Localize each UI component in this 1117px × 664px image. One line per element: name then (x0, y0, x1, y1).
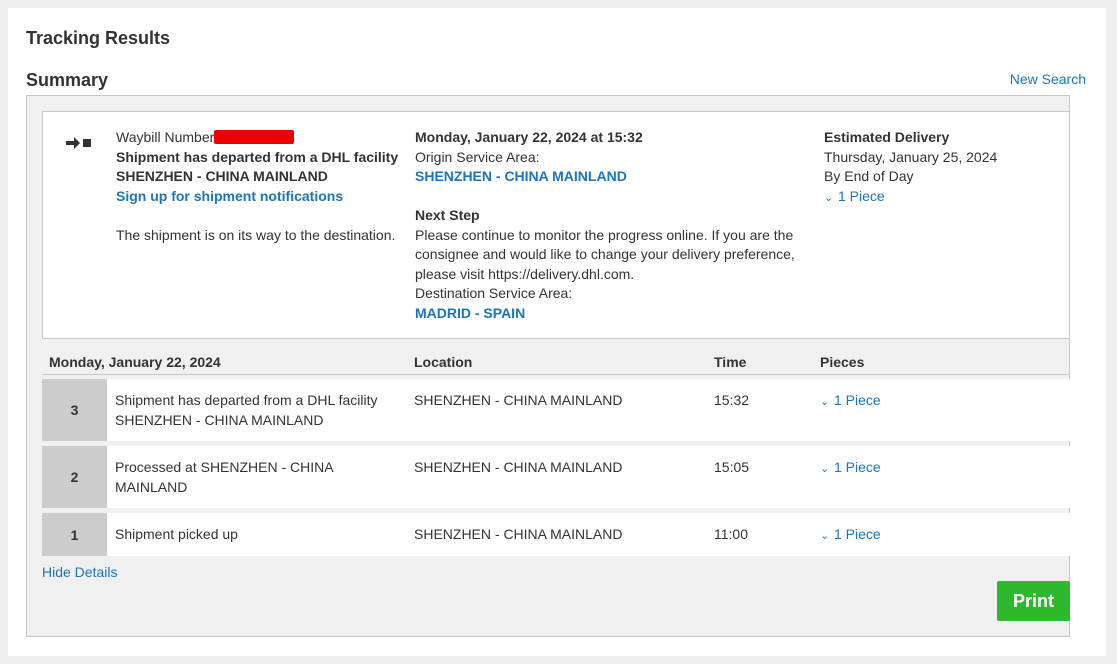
destination-label: Destination Service Area: (415, 285, 573, 301)
table-header-date: Monday, January 22, 2024 (49, 354, 221, 370)
pieces-toggle[interactable]: ⌄ 1 Piece (824, 187, 1044, 209)
tracking-card: Tracking Results Summary New Search Wayb… (8, 8, 1106, 656)
print-button[interactable]: Print (997, 581, 1070, 621)
next-step-text: Please continue to monitor the progress … (415, 226, 795, 282)
event-time: 15:05 (714, 459, 750, 475)
event-location: SHENZHEN - CHINA MAINLAND (414, 526, 623, 542)
transit-arrow-icon (66, 137, 91, 149)
origin-label: Origin Service Area: (415, 148, 540, 165)
event-time: 15:32 (714, 392, 750, 408)
destination-value-link[interactable]: MADRID - SPAIN (415, 304, 810, 324)
waybill-label: Waybill Number (116, 129, 215, 145)
pieces-label: 1 Piece (834, 392, 881, 408)
estimated-delivery-label: Estimated Delivery (824, 129, 950, 145)
table-row: 1 Shipment picked up SHENZHEN - CHINA MA… (42, 513, 1070, 556)
next-step-label: Next Step (415, 207, 480, 223)
event-number: 1 (42, 513, 107, 556)
table-row: 2 Processed at SHENZHEN - CHINA MAINLAND… (42, 446, 1070, 508)
status-headline: Shipment has departed from a DHL facilit… (116, 148, 399, 165)
table-header-location: Location (414, 354, 473, 370)
waybill-line: Waybill Number (116, 128, 406, 148)
event-description: Shipment picked up (115, 526, 238, 542)
status-column: Waybill Number Shipment has departed fro… (116, 128, 406, 245)
estimated-delivery-date: Thursday, January 25, 2024 (824, 148, 998, 165)
tracking-panel: Waybill Number Shipment has departed fro… (26, 95, 1070, 637)
event-number: 2 (42, 446, 107, 508)
chevron-down-icon: ⌄ (820, 530, 830, 542)
event-location: SHENZHEN - CHINA MAINLAND (414, 459, 623, 475)
event-pieces-toggle[interactable]: ⌄ 1 Piece (820, 391, 881, 413)
chevron-down-icon: ⌄ (820, 396, 830, 408)
event-number: 3 (42, 379, 107, 441)
event-description: Processed at SHENZHEN - CHINA MAINLAND (115, 459, 333, 495)
estimated-delivery-column: Estimated Delivery Thursday, January 25,… (824, 128, 1044, 208)
hide-details-link[interactable]: Hide Details (42, 564, 117, 580)
table-header-time: Time (714, 354, 747, 370)
chevron-down-icon: ⌄ (824, 191, 834, 204)
details-column: Monday, January 22, 2024 at 15:32 Origin… (415, 128, 810, 323)
table-header-divider (42, 374, 1070, 375)
status-datetime: Monday, January 22, 2024 at 15:32 (415, 129, 643, 145)
table-header-pieces: Pieces (820, 354, 865, 370)
event-pieces-toggle[interactable]: ⌄ 1 Piece (820, 458, 881, 480)
signup-notifications-link[interactable]: Sign up for shipment notifications (116, 187, 406, 207)
summary-box: Waybill Number Shipment has departed fro… (42, 111, 1070, 339)
new-search-link[interactable]: New Search (1010, 71, 1086, 87)
pieces-label: 1 Piece (838, 187, 885, 204)
event-location: SHENZHEN - CHINA MAINLAND (414, 392, 623, 408)
page-title: Tracking Results (26, 28, 171, 48)
pieces-label: 1 Piece (834, 459, 881, 475)
pieces-label: 1 Piece (834, 526, 881, 542)
summary-title: Summary (26, 70, 109, 90)
table-row: 3 Shipment has departed from a DHL facil… (42, 379, 1070, 441)
status-location: SHENZHEN - CHINA MAINLAND (116, 168, 328, 184)
waybill-number-redacted (214, 130, 295, 144)
event-description: Shipment has departed from a DHL facilit… (115, 392, 378, 428)
status-note: The shipment is on its way to the destin… (116, 226, 396, 243)
origin-value-link[interactable]: SHENZHEN - CHINA MAINLAND (415, 167, 810, 187)
event-time: 11:00 (714, 526, 748, 542)
estimated-delivery-time: By End of Day (824, 168, 914, 184)
chevron-down-icon: ⌄ (820, 463, 830, 475)
event-pieces-toggle[interactable]: ⌄ 1 Piece (820, 525, 881, 547)
